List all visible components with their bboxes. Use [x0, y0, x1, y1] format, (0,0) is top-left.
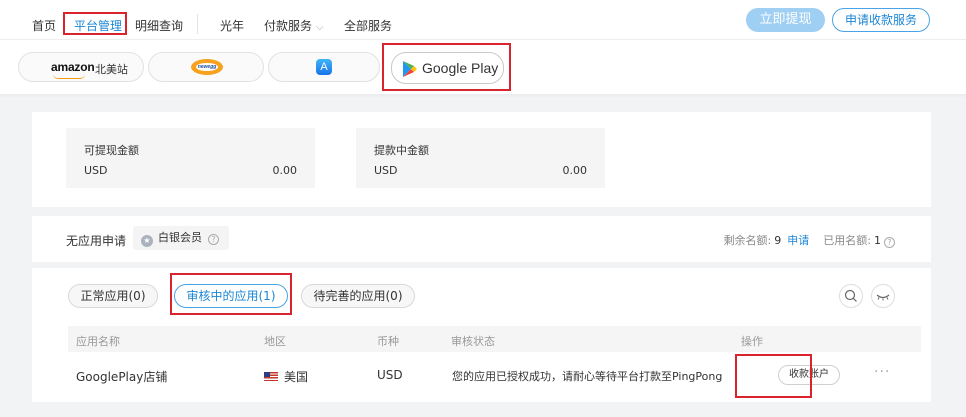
remaining-quota-value: 9 — [774, 234, 782, 247]
member-level: 白银会员 — [158, 231, 202, 244]
col-app-name: 应用名称 — [76, 335, 120, 348]
platform-tab-newegg[interactable]: newegg — [148, 52, 264, 82]
nav-all-services[interactable]: 全部服务 — [344, 17, 392, 34]
nav-payment-label: 付款服务 — [264, 19, 313, 33]
application-status-text: 无应用申请 — [66, 234, 127, 248]
withdrawing-value: 0.00 — [562, 164, 588, 177]
app-region-label: 美国 — [284, 370, 309, 384]
platform-bar: amazon 北美站 newegg A Google Play — [0, 40, 966, 94]
withdrawing-balance: 提款中金额 USD 0.00 — [356, 128, 605, 188]
filter-normal-apps[interactable]: 正常应用(0) — [68, 284, 158, 308]
nav-home[interactable]: 首页 — [32, 17, 56, 34]
nav-divider — [197, 14, 198, 34]
highlight-box-reviewing — [170, 273, 292, 315]
filter-incomplete-apps[interactable]: 待完善的应用(0) — [301, 284, 415, 308]
eye-closed-icon — [876, 294, 890, 301]
help-icon[interactable]: ? — [208, 234, 219, 245]
app-review-status: 您的应用已授权成功，请耐心等待平台打款至PingPong — [452, 370, 723, 383]
balance-card: 可提现金额 USD 0.00 提款中金额 USD 0.00 — [32, 112, 931, 207]
application-summary: 无应用申请 ★ 白银会员? 剩余名额: 9 申请 已用名额: 1? — [32, 216, 931, 262]
withdraw-now-button[interactable]: 立即提现 — [746, 8, 825, 32]
more-options-icon[interactable]: ··· — [874, 364, 890, 380]
member-badge: ★ 白银会员? — [133, 226, 229, 250]
withdrawable-value: 0.00 — [272, 164, 298, 177]
newegg-logo-icon: newegg — [191, 59, 223, 75]
app-region: 美国 — [264, 368, 308, 385]
col-region: 地区 — [264, 335, 286, 348]
app-currency: USD — [377, 368, 403, 382]
nav-lightyear[interactable]: 光年 — [220, 17, 244, 34]
top-nav: 首页 平台管理 明细查询 光年 付款服务 ⌵ 全部服务 立即提现 申请收款服务 — [0, 0, 966, 40]
chevron-down-icon: ⌵ — [316, 22, 324, 33]
newegg-logo-text: newegg — [196, 63, 218, 71]
withdrawable-balance: 可提现金额 USD 0.00 — [66, 128, 315, 188]
col-currency: 币种 — [377, 335, 399, 348]
platform-tab-app-store[interactable]: A — [268, 52, 380, 82]
quota-help-icon[interactable]: ? — [884, 237, 895, 248]
withdrawing-title: 提款中金额 — [374, 144, 429, 157]
hide-amount-button[interactable] — [871, 284, 895, 308]
search-button[interactable] — [839, 284, 863, 308]
amazon-region-label: 北美站 — [95, 63, 128, 76]
search-icon — [844, 289, 857, 302]
quota-info: 剩余名额: 9 申请 已用名额: 1? — [724, 232, 895, 248]
apply-collection-service-button[interactable]: 申请收款服务 — [832, 8, 930, 32]
nav-payment-services[interactable]: 付款服务 ⌵ — [264, 17, 324, 34]
remaining-quota-label: 剩余名额: — [723, 234, 772, 247]
highlight-box-google-play — [382, 43, 511, 91]
nav-details-query[interactable]: 明细查询 — [135, 17, 183, 34]
withdrawing-currency: USD — [374, 164, 398, 177]
used-quota-value: 1 — [874, 234, 881, 247]
member-star-icon: ★ — [141, 235, 153, 247]
highlight-box-collection-account — [735, 354, 812, 398]
withdrawable-title: 可提现金额 — [84, 144, 139, 157]
app-name: GooglePlay店铺 — [76, 370, 168, 384]
withdrawable-currency: USD — [84, 164, 108, 177]
app-store-icon: A — [316, 59, 332, 75]
col-actions: 操作 — [741, 335, 763, 348]
table-header: 应用名称 地区 币种 审核状态 操作 — [68, 326, 921, 352]
amazon-smile-icon — [53, 74, 85, 79]
used-quota-label: 已用名额: — [823, 234, 871, 247]
us-flag-icon — [264, 372, 278, 381]
highlight-box-platform — [63, 12, 127, 35]
col-review-status: 审核状态 — [451, 335, 495, 348]
application-list: 正常应用(0) 审核中的应用(1) 待完善的应用(0) 应用名称 地区 币种 审… — [32, 268, 931, 402]
apply-link[interactable]: 申请 — [787, 234, 809, 247]
amazon-logo: amazon — [51, 60, 95, 74]
platform-tab-amazon[interactable]: amazon 北美站 — [18, 52, 144, 82]
